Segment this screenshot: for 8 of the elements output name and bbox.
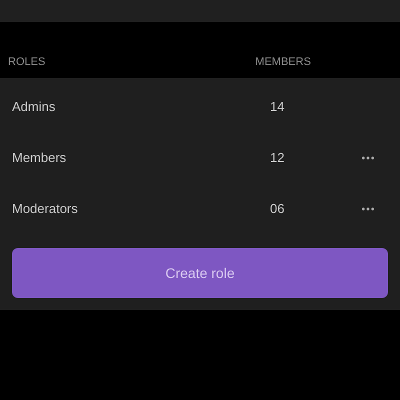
member-count: 12 — [270, 148, 286, 167]
column-header: MEMBERS — [255, 54, 311, 70]
member-count: 14 — [270, 98, 286, 116]
role-name[interactable]: Moderators — [12, 198, 270, 218]
member-count: 06 — [270, 200, 286, 218]
role-name[interactable]: Members — [12, 148, 270, 168]
column-header: ROLES — [8, 54, 46, 70]
role-name[interactable]: Admins — [12, 96, 270, 116]
